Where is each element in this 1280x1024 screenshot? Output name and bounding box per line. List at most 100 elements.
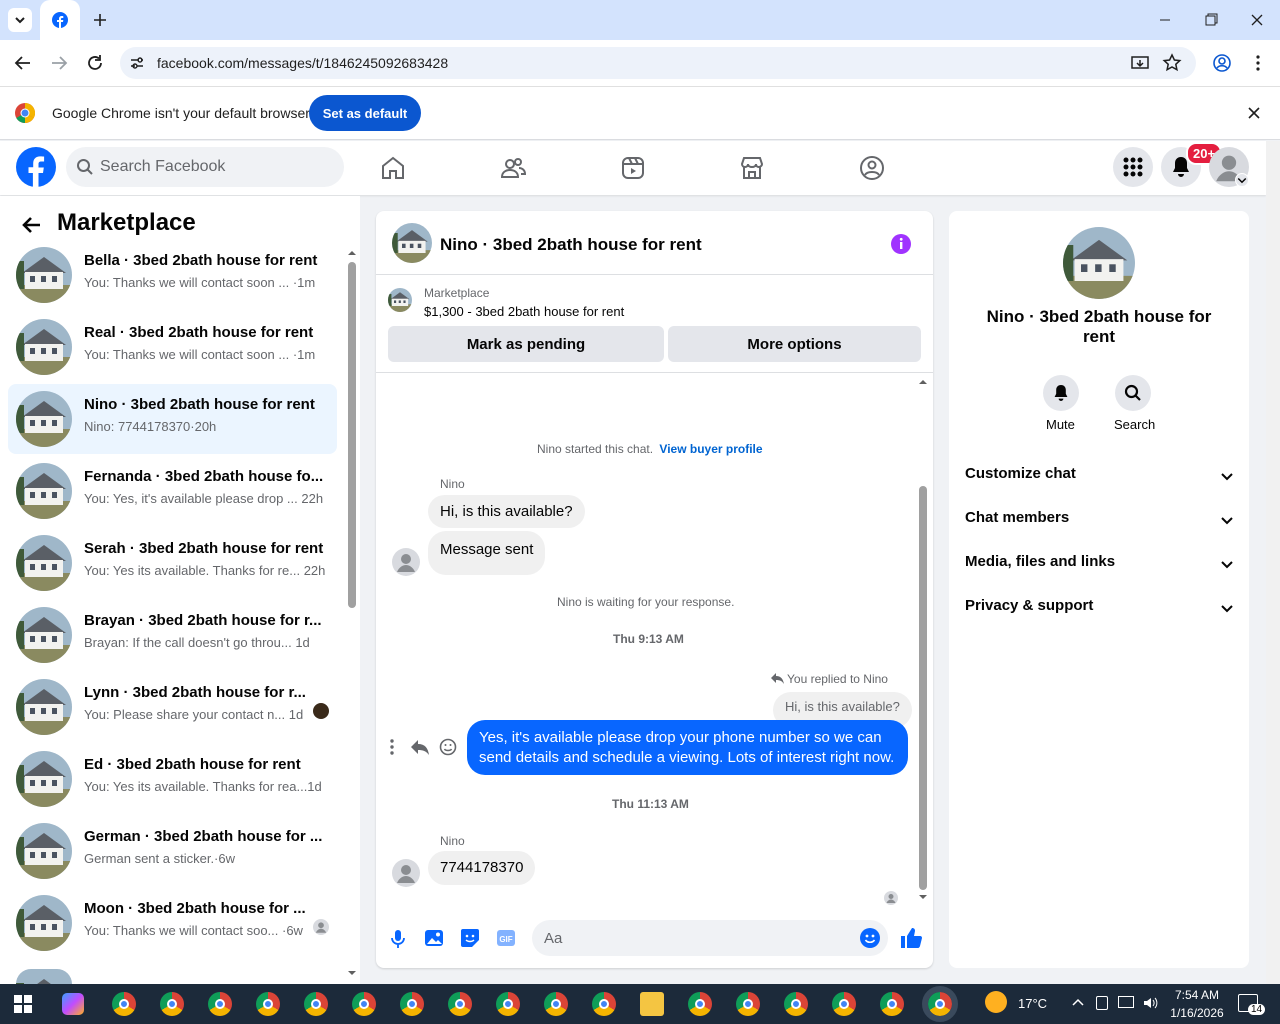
windows-start-icon[interactable] xyxy=(14,995,32,1013)
chrome-menu-icon[interactable] xyxy=(1250,53,1266,73)
message-composer-input[interactable]: Aa xyxy=(532,920,888,956)
chrome-taskbar-icon[interactable] xyxy=(736,992,760,1016)
friends-nav-icon[interactable] xyxy=(500,155,526,181)
marketplace-nav-icon[interactable] xyxy=(739,155,765,181)
close-window-icon[interactable] xyxy=(1248,10,1266,30)
site-info-icon[interactable] xyxy=(128,54,146,72)
set-as-default-button[interactable]: Set as default xyxy=(309,95,421,131)
account-chevron-icon[interactable] xyxy=(1235,173,1249,187)
clock-time[interactable]: 7:54 AM xyxy=(1172,988,1222,1002)
chrome-taskbar-icon[interactable] xyxy=(832,992,856,1016)
conversation-title: Real · 3bed 2bath house for rent xyxy=(84,324,314,341)
menu-grid-button[interactable] xyxy=(1113,147,1153,187)
video-nav-icon[interactable] xyxy=(620,155,646,181)
tray-device-icon[interactable] xyxy=(1096,996,1108,1010)
chrome-taskbar-icon[interactable] xyxy=(400,992,424,1016)
conversation-title: Nino · 3bed 2bath house for rent xyxy=(84,396,315,413)
restore-window-icon[interactable] xyxy=(1202,10,1220,30)
chrome-taskbar-icon[interactable] xyxy=(256,992,280,1016)
tab-search-button[interactable] xyxy=(8,8,32,32)
chrome-taskbar-icon[interactable] xyxy=(352,992,376,1016)
install-app-icon[interactable] xyxy=(1130,53,1150,73)
sender-avatar[interactable] xyxy=(392,548,420,576)
listing-thumbnail xyxy=(16,391,72,447)
attach-photo-icon[interactable] xyxy=(424,928,444,948)
back-arrow-icon[interactable] xyxy=(20,213,44,237)
search-conversation-button[interactable] xyxy=(1115,375,1151,411)
chrome-taskbar-icon[interactable] xyxy=(880,992,904,1016)
sticker-icon[interactable] xyxy=(460,928,480,948)
chrome-taskbar-icon[interactable] xyxy=(592,992,616,1016)
react-emoji-icon[interactable] xyxy=(439,738,457,756)
chrome-taskbar-icon[interactable] xyxy=(544,992,568,1016)
chrome-taskbar-icon[interactable] xyxy=(304,992,328,1016)
chrome-taskbar-icon[interactable] xyxy=(160,992,184,1016)
info-icon[interactable] xyxy=(890,233,912,255)
conversation-item[interactable]: Ed · 3bed 2bath house for rent You: Yes i… xyxy=(8,744,337,814)
page-scrollbar[interactable] xyxy=(1266,141,1280,984)
weather-icon[interactable] xyxy=(985,991,1007,1013)
profile-icon[interactable] xyxy=(1212,53,1232,73)
incoming-message[interactable]: 7744178370 xyxy=(428,851,536,885)
listing-thumbnail[interactable] xyxy=(388,288,412,312)
facebook-search-input[interactable]: Search Facebook xyxy=(66,147,344,187)
media-files-links-section[interactable]: Media, files and links xyxy=(965,553,1235,570)
conversation-item[interactable]: Fernanda · 3bed 2bath house fo... You: Ye… xyxy=(8,456,337,526)
reply-action-icon[interactable] xyxy=(411,739,429,755)
conversation-item[interactable]: Serah · 3bed 2bath house for rent You: Ye… xyxy=(8,528,337,598)
chrome-taskbar-icon[interactable] xyxy=(448,992,472,1016)
sender-avatar[interactable] xyxy=(392,859,420,887)
copilot-icon[interactable] xyxy=(62,993,84,1015)
chrome-taskbar-icon[interactable] xyxy=(208,992,232,1016)
forward-icon[interactable] xyxy=(48,52,70,74)
mute-button[interactable] xyxy=(1043,375,1079,411)
conversation-item[interactable]: Brayan · 3bed 2bath house for r... Brayan… xyxy=(8,600,337,670)
file-explorer-icon[interactable] xyxy=(640,992,664,1016)
contact-thumbnail[interactable] xyxy=(1063,227,1135,299)
privacy-support-section[interactable]: Privacy & support xyxy=(965,597,1235,614)
chat-members-section[interactable]: Chat members xyxy=(965,509,1235,526)
chrome-taskbar-icon[interactable] xyxy=(496,992,520,1016)
chat-title[interactable]: Nino · 3bed 2bath house for rent xyxy=(440,235,702,255)
outgoing-message[interactable]: Yes, it's available please drop your pho… xyxy=(467,720,908,775)
volume-icon[interactable] xyxy=(1142,995,1158,1011)
chrome-taskbar-icon[interactable] xyxy=(922,986,958,1022)
voice-clip-icon[interactable] xyxy=(389,929,407,949)
conversation-list-scrollbar[interactable] xyxy=(347,248,357,976)
back-icon[interactable] xyxy=(12,52,34,74)
listing-detail[interactable]: $1,300 - 3bed 2bath house for rent xyxy=(424,304,624,319)
conversation-item[interactable]: Bella · 3bed 2bath house for rent You: Th… xyxy=(8,240,337,310)
bookmark-star-icon[interactable] xyxy=(1162,53,1182,73)
messages-scrollbar[interactable] xyxy=(917,376,929,902)
minimize-window-icon[interactable] xyxy=(1156,10,1174,30)
gif-icon[interactable]: GIF xyxy=(496,928,516,948)
conversation-item[interactable]: Nino · 3bed 2bath house for rent Nino: 77… xyxy=(8,384,337,454)
tray-chevron-icon[interactable] xyxy=(1072,997,1084,1007)
listing-thumbnail[interactable] xyxy=(16,969,72,984)
home-nav-icon[interactable] xyxy=(380,155,406,181)
more-options-button[interactable]: More options xyxy=(668,326,921,362)
chrome-taskbar-icon[interactable] xyxy=(784,992,808,1016)
browser-tab-facebook[interactable] xyxy=(40,0,80,40)
new-tab-button[interactable] xyxy=(90,10,110,30)
clock-date[interactable]: 1/16/2026 xyxy=(1166,1006,1228,1020)
chat-header-thumbnail[interactable] xyxy=(392,223,432,263)
conversation-item[interactable]: Lynn · 3bed 2bath house for r... You: Ple… xyxy=(8,672,337,742)
incoming-message[interactable]: Message sent xyxy=(428,531,546,575)
view-buyer-profile-link[interactable]: View buyer profile xyxy=(659,442,762,456)
gaming-nav-icon[interactable] xyxy=(859,155,885,181)
reload-icon[interactable] xyxy=(84,52,106,74)
mark-as-pending-button[interactable]: Mark as pending xyxy=(388,326,664,362)
chrome-taskbar-icon[interactable] xyxy=(112,992,136,1016)
customize-chat-section[interactable]: Customize chat xyxy=(965,465,1235,482)
network-icon[interactable] xyxy=(1118,996,1134,1008)
conversation-item[interactable]: German · 3bed 2bath house for ... German … xyxy=(8,816,337,886)
facebook-logo-icon[interactable] xyxy=(16,147,56,187)
conversation-item[interactable]: Real · 3bed 2bath house for rent You: Tha… xyxy=(8,312,337,382)
thumbs-up-icon[interactable] xyxy=(900,927,922,949)
incoming-message[interactable]: Hi, is this available? xyxy=(428,495,585,528)
conversation-item[interactable]: Moon · 3bed 2bath house for ... You: Than… xyxy=(8,888,337,958)
message-more-icon[interactable] xyxy=(385,738,399,756)
chrome-taskbar-icon[interactable] xyxy=(688,992,712,1016)
close-infobar-icon[interactable] xyxy=(1246,105,1262,121)
